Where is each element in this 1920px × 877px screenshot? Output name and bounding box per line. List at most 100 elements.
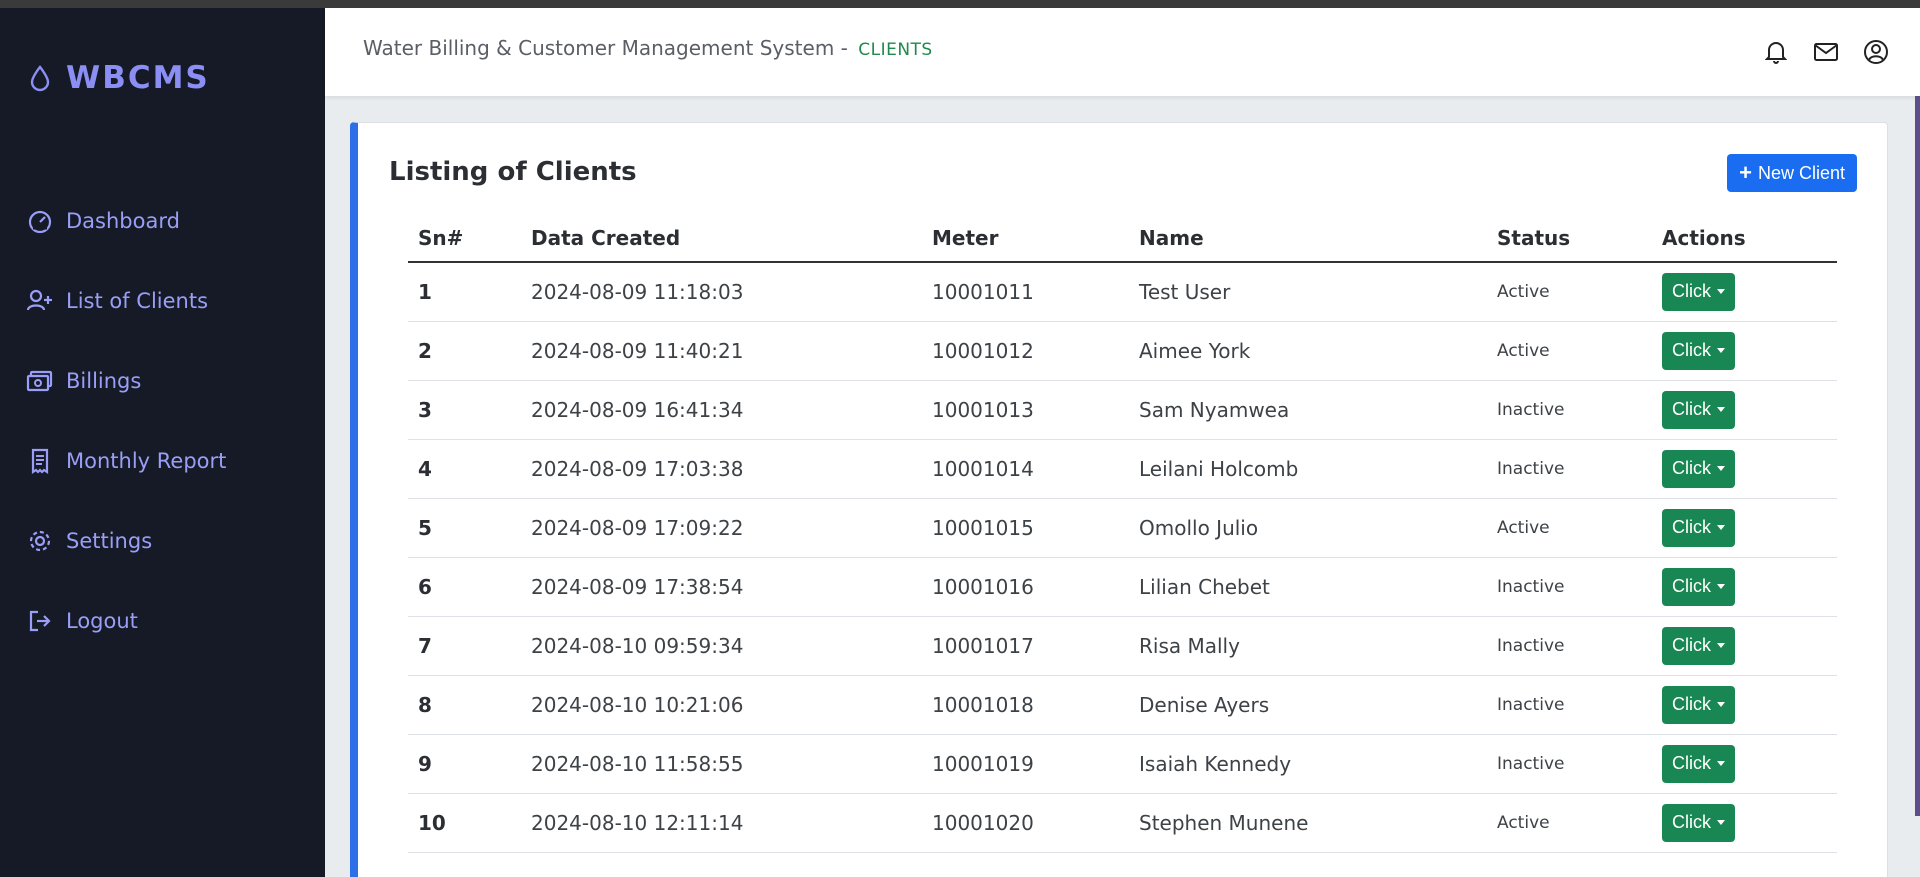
section-breadcrumb: CLIENTS <box>858 40 933 60</box>
row-action-label: Click <box>1672 399 1711 419</box>
brand[interactable]: WBCMS <box>28 60 210 96</box>
row-action-dropdown-button[interactable]: Click <box>1662 567 1735 606</box>
browser-top-strip <box>0 0 1920 8</box>
money-icon <box>26 367 54 395</box>
new-client-button[interactable]: + New Client <box>1727 154 1857 192</box>
cell-created: 2024-08-10 10:21:06 <box>521 675 922 735</box>
scrollbar[interactable] <box>1915 96 1920 816</box>
column-header-created: Data Created <box>521 214 922 263</box>
cell-actions: Click <box>1652 675 1837 735</box>
sidebar-item-logout[interactable]: Logout <box>0 581 325 661</box>
cell-meter: 10001017 <box>922 616 1129 676</box>
row-action-dropdown-button[interactable]: Click <box>1662 803 1735 842</box>
caret-down-icon <box>1717 289 1725 295</box>
sidebar-nav: Dashboard List of Clients Billings Month… <box>0 181 325 661</box>
cell-status: Inactive <box>1487 380 1652 440</box>
cell-meter: 10001015 <box>922 498 1129 558</box>
row-action-dropdown-button[interactable]: Click <box>1662 272 1735 311</box>
sidebar-item-monthly-report[interactable]: Monthly Report <box>0 421 325 501</box>
cell-status: Active <box>1487 498 1652 558</box>
system-title: Water Billing & Customer Management Syst… <box>363 36 848 60</box>
table-row: 1 2024-08-09 11:18:03 10001011 Test User… <box>408 262 1837 322</box>
cell-sn: 3 <box>408 380 521 440</box>
sidebar-item-settings[interactable]: Settings <box>0 501 325 581</box>
sidebar-item-label: Billings <box>66 369 142 393</box>
row-action-dropdown-button[interactable]: Click <box>1662 744 1735 783</box>
sidebar-item-label: Monthly Report <box>66 449 227 473</box>
sidebar-item-label: Settings <box>66 529 153 553</box>
cell-created: 2024-08-09 11:18:03 <box>521 262 922 322</box>
cell-sn: 10 <box>408 793 521 853</box>
cell-created: 2024-08-10 11:58:55 <box>521 734 922 794</box>
cell-actions: Click <box>1652 498 1837 558</box>
sidebar-item-label: Dashboard <box>66 209 180 233</box>
row-action-dropdown-button[interactable]: Click <box>1662 685 1735 724</box>
cell-name: Leilani Holcomb <box>1129 439 1487 499</box>
row-action-dropdown-button[interactable]: Click <box>1662 390 1735 429</box>
table-row: 2 2024-08-09 11:40:21 10001012 Aimee Yor… <box>408 321 1837 381</box>
cell-actions: Click <box>1652 321 1837 381</box>
cell-meter: 10001014 <box>922 439 1129 499</box>
cell-status: Inactive <box>1487 734 1652 794</box>
gauge-icon <box>26 207 54 235</box>
mail-icon[interactable] <box>1812 38 1840 66</box>
cell-meter: 10001012 <box>922 321 1129 381</box>
logout-icon <box>26 607 54 635</box>
bell-icon[interactable] <box>1762 38 1790 66</box>
column-header-name: Name <box>1129 214 1487 263</box>
row-action-label: Click <box>1672 812 1711 832</box>
cell-actions: Click <box>1652 557 1837 617</box>
table-row: 8 2024-08-10 10:21:06 10001018 Denise Ay… <box>408 675 1837 735</box>
caret-down-icon <box>1717 407 1725 412</box>
cell-created: 2024-08-09 17:03:38 <box>521 439 922 499</box>
clients-card: Listing of Clients + New Client Sn# Data… <box>350 122 1888 877</box>
row-action-label: Click <box>1672 458 1711 478</box>
sidebar-item-dashboard[interactable]: Dashboard <box>0 181 325 261</box>
cell-created: 2024-08-09 11:40:21 <box>521 321 922 381</box>
cell-name: Omollo Julio <box>1129 498 1487 558</box>
cell-sn: 5 <box>408 498 521 558</box>
cell-status: Inactive <box>1487 439 1652 499</box>
row-action-label: Click <box>1672 753 1711 773</box>
sidebar-item-label: Logout <box>66 609 138 633</box>
row-action-label: Click <box>1672 694 1711 714</box>
cell-sn: 8 <box>408 675 521 735</box>
water-drop-icon <box>28 64 52 92</box>
table-row: 4 2024-08-09 17:03:38 10001014 Leilani H… <box>408 439 1837 499</box>
table-row: 3 2024-08-09 16:41:34 10001013 Sam Nyamw… <box>408 380 1837 440</box>
plus-icon: + <box>1739 160 1752 185</box>
table-header-row: Sn# Data Created Meter Name Status Actio… <box>408 214 1837 263</box>
cell-name: Aimee York <box>1129 321 1487 381</box>
row-action-dropdown-button[interactable]: Click <box>1662 508 1735 547</box>
row-action-dropdown-button[interactable]: Click <box>1662 626 1735 665</box>
sidebar-item-list-of-clients[interactable]: List of Clients <box>0 261 325 341</box>
cell-actions: Click <box>1652 734 1837 794</box>
cell-name: Test User <box>1129 262 1487 322</box>
cell-status: Active <box>1487 321 1652 381</box>
cell-status: Active <box>1487 262 1652 322</box>
cell-created: 2024-08-10 12:11:14 <box>521 793 922 853</box>
cell-actions: Click <box>1652 262 1837 322</box>
column-header-status: Status <box>1487 214 1652 263</box>
cell-sn: 7 <box>408 616 521 676</box>
cell-actions: Click <box>1652 616 1837 676</box>
table-row: 9 2024-08-10 11:58:55 10001019 Isaiah Ke… <box>408 734 1837 794</box>
table-row: 5 2024-08-09 17:09:22 10001015 Omollo Ju… <box>408 498 1837 558</box>
page-title: Water Billing & Customer Management Syst… <box>363 36 933 60</box>
sidebar-item-label: List of Clients <box>66 289 209 313</box>
column-header-actions: Actions <box>1652 214 1837 263</box>
cell-status: Inactive <box>1487 616 1652 676</box>
header-actions <box>1762 38 1890 66</box>
cell-sn: 1 <box>408 262 521 322</box>
row-action-label: Click <box>1672 576 1711 596</box>
brand-name: WBCMS <box>66 60 210 96</box>
cell-status: Inactive <box>1487 557 1652 617</box>
sidebar-item-billings[interactable]: Billings <box>0 341 325 421</box>
row-action-dropdown-button[interactable]: Click <box>1662 449 1735 488</box>
caret-down-icon <box>1717 820 1725 825</box>
user-circle-icon[interactable] <box>1862 38 1890 66</box>
cell-created: 2024-08-09 17:09:22 <box>521 498 922 558</box>
row-action-label: Click <box>1672 517 1711 537</box>
row-action-dropdown-button[interactable]: Click <box>1662 331 1735 370</box>
cell-name: Denise Ayers <box>1129 675 1487 735</box>
